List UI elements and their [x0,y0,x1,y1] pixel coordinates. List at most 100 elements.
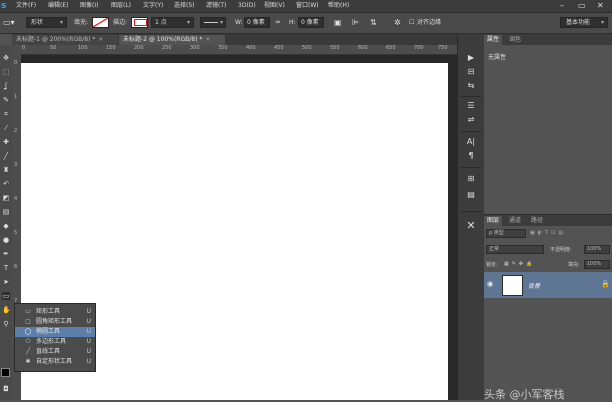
shape-tool-icon[interactable]: ▭ [2,292,10,300]
crop-tool-icon[interactable]: ⌗ [2,110,10,118]
rounded-rectangle-icon: ▢ [25,318,31,325]
stroke-line-icon [204,22,218,23]
link-icon[interactable]: ∞ [275,17,281,28]
tools-icon[interactable]: ✕ [464,220,478,231]
path-arrangement-icon[interactable]: ⇅ [370,17,377,28]
tab-layers[interactable]: 图层 [484,216,503,226]
fill-field[interactable]: 100% [584,260,610,269]
healing-tool-icon[interactable]: ✚ [2,138,10,146]
type-tool-icon[interactable]: T [2,264,10,272]
ruler-tick: 3 [14,162,18,168]
lock-icons[interactable]: ▦✎✥🔒 [504,261,535,267]
close-window-icon[interactable]: ✕ [597,0,604,12]
pen-tool-icon[interactable]: ✒ [2,250,10,258]
lasso-tool-icon[interactable]: ʆ [2,82,10,90]
menu-type[interactable]: 文字(Y) [143,0,163,12]
mode-dropdown[interactable]: 形状 ▾ [26,17,67,28]
chevron-down-icon: ▾ [59,19,63,26]
adjustments-icon[interactable]: ☰ [464,100,478,111]
width-field[interactable]: 0 像素 [244,17,270,28]
eyedropper-tool-icon[interactable]: ⁄ [2,124,10,132]
marquee-tool-icon[interactable]: ⬚ [2,68,10,76]
ellipse-icon: ◯ [24,328,32,335]
polygon-tool-item[interactable]: ⬠ 多边形工具 U [15,337,95,347]
menu-select[interactable]: 选择(S) [174,0,195,12]
adjust-icon[interactable]: ⇆ [464,80,478,91]
brush-tool-icon[interactable]: ╱ [2,152,10,160]
workspace-value: 基本功能 [566,19,591,26]
dodge-tool-icon[interactable]: ● [2,236,10,244]
opacity-field[interactable]: 100% [584,245,610,254]
quick-mask-icon[interactable]: ◘ [2,385,10,393]
tab-paths[interactable]: 路径 [528,216,546,226]
menu-help[interactable]: 帮助(H) [328,0,349,12]
notes-icon[interactable]: ▤ [464,189,478,200]
stroke-width-field[interactable]: 1 点 ▾ [151,17,194,28]
brush-settings-icon[interactable]: ⇌ [464,114,478,125]
menu-3d[interactable]: 3D(D) [238,0,256,12]
minimize-icon[interactable]: – [560,0,564,12]
close-icon[interactable]: × [205,36,210,43]
layers-panel: 图层 通道 路径 ρ 类型 ▣◐T⊡▤ 正常 不透明度: 100% 锁定: ▦✎… [484,214,612,401]
ruler-tick: 350 [218,45,228,51]
character-icon[interactable]: A| [464,136,478,147]
layer-filter-dropdown[interactable]: ρ 类型 [486,229,526,238]
ruler-tick: 300 [190,45,200,51]
maximize-icon[interactable]: ▭ [578,0,586,12]
play-icon[interactable]: ▶ [464,52,478,63]
blend-mode-dropdown[interactable]: 正常 [486,245,544,254]
hand-tool-icon[interactable]: ✋ [2,306,11,314]
ruler-tick: 700 [414,45,424,51]
quick-select-tool-icon[interactable]: ✎ [2,96,10,104]
gear-icon[interactable]: ✲ [394,17,401,28]
move-tool-icon[interactable]: ✥ [2,54,10,62]
tab-properties[interactable]: 属性 [484,35,503,45]
layer-row-background[interactable]: ◉ 背景 🔒 [484,272,612,298]
menu-edit[interactable]: 编辑(E) [48,0,68,12]
tab-document-1[interactable]: 未标题-1 @ 200%(RGB/8) * × [12,35,118,45]
eye-icon[interactable]: ◉ [487,280,493,288]
stroke-swatch[interactable] [131,17,148,28]
rounded-rectangle-tool-item[interactable]: ▢ 圆角矩形工具 U [15,317,95,327]
path-select-tool-icon[interactable]: ➤ [2,278,10,286]
rectangle-tool-item[interactable]: ▭ 矩形工具 U [15,307,95,317]
tab-channels[interactable]: 通道 [506,216,524,226]
line-tool-item[interactable]: ╱ 直线工具 U [15,347,95,357]
shape-tool-preset-icon[interactable]: ▭▾ [3,17,15,28]
opacity-label: 不透明度: [550,247,572,253]
divider [461,131,481,132]
history-icon[interactable]: ⊟ [464,66,478,77]
path-operations-icon[interactable]: ▣ [334,17,342,28]
foreground-color-swatch[interactable] [1,368,10,377]
zoom-tool-icon[interactable]: ⚲ [2,320,10,328]
info-icon[interactable]: ⊞ [464,173,478,184]
workspace-dropdown[interactable]: 基本功能 ▾ [560,17,608,28]
filter-icons[interactable]: ▣◐T⊡▤ [530,230,566,236]
blend-mode-value: 正常 [489,246,500,252]
close-icon[interactable]: × [98,36,103,43]
align-edges-checkbox[interactable]: ☐ [409,17,414,28]
menu-layer[interactable]: 图层(L) [111,0,131,12]
paragraph-icon[interactable]: ¶ [464,150,478,161]
gradient-tool-icon[interactable]: ▤ [2,208,10,216]
stroke-type-dropdown[interactable]: ▾ [200,17,226,28]
polygon-icon: ⬠ [25,338,31,345]
eraser-tool-icon[interactable]: ◩ [2,194,10,202]
menu-filter[interactable]: 滤镜(T) [206,0,226,12]
blur-tool-icon[interactable]: ◆ [2,222,10,230]
menu-image[interactable]: 图像(I) [80,0,98,12]
menu-view[interactable]: 视图(V) [264,0,285,12]
tab-adjustments[interactable]: 调色 [506,35,524,45]
ellipse-tool-item[interactable]: ◯ 椭圆工具 U [15,327,95,337]
height-field[interactable]: 0 像素 [298,17,324,28]
menu-file[interactable]: 文件(F) [16,0,36,12]
stamp-tool-icon[interactable]: ♜ [2,166,10,174]
height-label: H: [289,19,296,26]
ruler-tick: 250 [162,45,172,51]
fill-swatch[interactable] [92,17,109,28]
menu-window[interactable]: 窗口(W) [296,0,319,12]
path-alignment-icon[interactable]: ⊫ [352,17,359,28]
history-brush-tool-icon[interactable]: ↶ [2,180,10,188]
custom-shape-tool-item[interactable]: ✱ 自定形状工具 U [15,357,95,367]
tab-document-2[interactable]: 未标题-2 @ 100%(RGB/8) * × [119,35,225,45]
